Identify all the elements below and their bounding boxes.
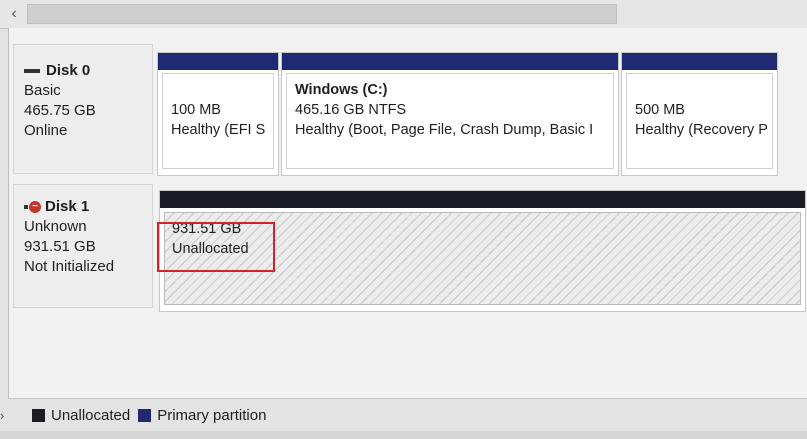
disk-1-size: 931.51 GB: [24, 238, 96, 255]
disk-1-name: Disk 1: [45, 198, 90, 215]
legend: Unallocated Primary partition: [8, 398, 807, 432]
primary-partition-bar: [622, 53, 777, 70]
unallocated-space[interactable]: 931.51 GB Unallocated: [159, 190, 806, 312]
disk-1-status: Not Initialized: [24, 258, 115, 275]
partition-status: Healthy (Recovery P: [635, 122, 768, 138]
partition-size: 500 MB: [635, 102, 685, 118]
disk-1-type: Unknown: [24, 218, 87, 235]
disk-not-initialized-icon: −: [24, 201, 41, 213]
partition-status: Healthy (EFI S: [171, 122, 266, 138]
horizontal-scrollbar[interactable]: ‹: [0, 0, 807, 29]
bottom-strip: [0, 431, 807, 439]
disk-0-name: Disk 0: [46, 62, 91, 79]
unallocated-swatch: [32, 409, 45, 422]
partition-windows-c[interactable]: Windows (C:) 465.16 GB NTFS Healthy (Boo…: [281, 52, 619, 176]
partition-status: Healthy (Boot, Page File, Crash Dump, Ba…: [295, 122, 594, 138]
disk-1-info[interactable]: − Disk 1 Unknown 931.51 GB Not Initializ…: [13, 184, 153, 308]
disk-row-1: − Disk 1 Unknown 931.51 GB Not Initializ…: [9, 182, 807, 314]
legend-primary: Primary partition: [157, 407, 267, 424]
disk-icon: [24, 69, 40, 73]
scrollbar-thumb[interactable]: [27, 4, 617, 24]
unallocated-bar: [160, 191, 805, 208]
disk-0-status: Online: [24, 122, 68, 139]
primary-partition-bar: [282, 53, 618, 70]
partition-efi[interactable]: 100 MB Healthy (EFI S: [157, 52, 279, 176]
unallocated-label: Unallocated: [172, 241, 249, 257]
chevron-right-icon: ›: [0, 408, 5, 423]
primary-partition-bar: [158, 53, 278, 70]
legend-unallocated: Unallocated: [51, 407, 131, 424]
disk-0-info[interactable]: Disk 0 Basic 465.75 GB Online: [13, 44, 153, 174]
disk-map-panel: Disk 0 Basic 465.75 GB Online 100 MB Hea…: [8, 28, 807, 398]
unallocated-hatch: [164, 212, 801, 305]
partition-size: 100 MB: [171, 102, 221, 118]
disk-0-size: 465.75 GB: [24, 102, 96, 119]
disk-0-type: Basic: [24, 82, 61, 99]
disk-row-0: Disk 0 Basic 465.75 GB Online 100 MB Hea…: [9, 42, 807, 182]
partition-name: Windows (C:): [295, 82, 388, 98]
primary-partition-swatch: [138, 409, 152, 422]
scroll-left-arrow-icon[interactable]: ‹: [6, 5, 22, 23]
partition-recovery[interactable]: 500 MB Healthy (Recovery P: [621, 52, 778, 176]
unallocated-size: 931.51 GB: [172, 221, 242, 237]
partition-size: 465.16 GB NTFS: [295, 102, 407, 118]
